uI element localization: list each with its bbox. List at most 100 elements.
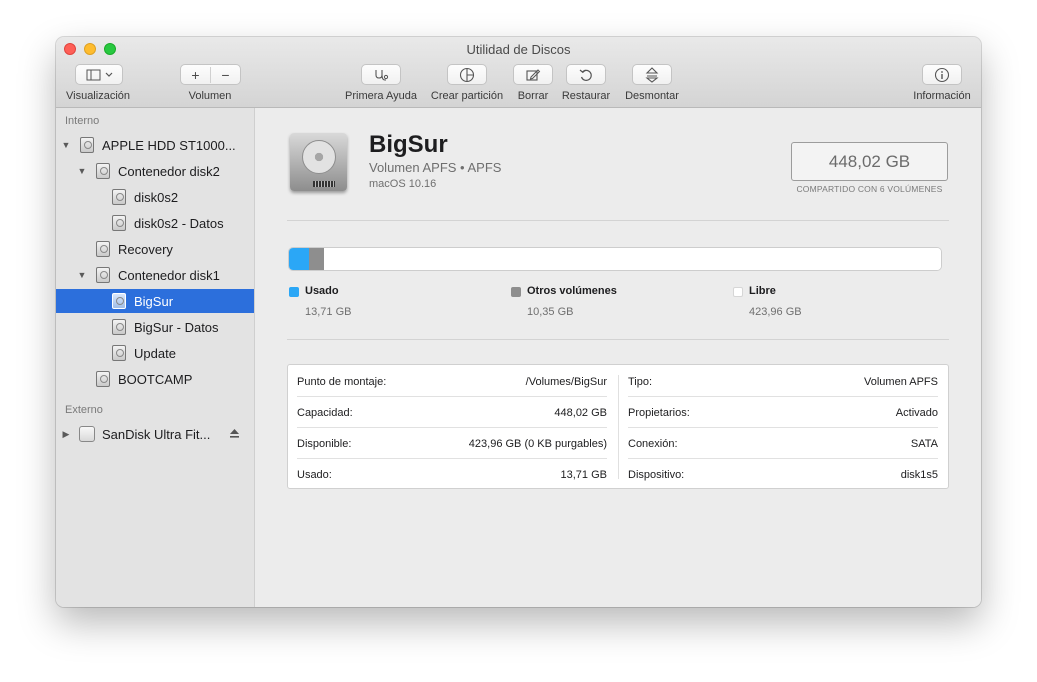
info-key: Capacidad: bbox=[297, 407, 353, 419]
info-key: Conexión: bbox=[628, 438, 678, 450]
hdd-icon bbox=[112, 345, 126, 361]
legend-label: Otros volúmenes bbox=[527, 285, 617, 297]
volume-subtitle: Volumen APFS • APFS bbox=[369, 160, 502, 175]
legend-value: 423,96 GB bbox=[749, 306, 802, 318]
restore-arrow-icon bbox=[579, 69, 592, 81]
sidebar-item-bigsur[interactable]: BigSur bbox=[56, 289, 254, 313]
sidebar-item-label: Update bbox=[134, 345, 176, 361]
restore-label: Restaurar bbox=[561, 90, 611, 102]
usage-bar-free bbox=[323, 248, 941, 270]
divider bbox=[287, 220, 949, 221]
info-row: Dispositivo: disk1s5 bbox=[628, 458, 938, 489]
shared-volumes-note: COMPARTIDO CON 6 VOLÚMENES bbox=[796, 184, 943, 194]
sidebar-item-label: Contenedor disk1 bbox=[118, 267, 220, 283]
sidebar-item-label: disk0s2 - Datos bbox=[134, 215, 224, 231]
other-swatch bbox=[511, 287, 521, 297]
sidebar: Interno ▼ APPLE HDD ST1000... ▼ Contened… bbox=[56, 108, 255, 607]
sidebar-item-label: disk0s2 bbox=[134, 189, 179, 205]
unmount-button[interactable] bbox=[632, 64, 672, 85]
erase-icon bbox=[526, 68, 541, 81]
partition-button[interactable] bbox=[447, 64, 487, 85]
disk-utility-window: Utilidad de Discos Visualización + − Vol… bbox=[56, 37, 981, 607]
info-label: Información bbox=[913, 90, 971, 102]
info-row: Punto de montaje: /Volumes/BigSur bbox=[297, 365, 607, 397]
external-drive-icon bbox=[79, 426, 95, 442]
hdd-icon bbox=[96, 371, 110, 387]
chevron-down-icon bbox=[105, 72, 113, 77]
usage-bar-used bbox=[289, 248, 309, 270]
erase-label: Borrar bbox=[517, 90, 549, 102]
info-value: /Volumes/BigSur bbox=[525, 376, 607, 388]
sidebar-item-sandisk[interactable]: ▶ SanDisk Ultra Fit... bbox=[56, 422, 254, 446]
sidebar-item-apple-hdd[interactable]: ▼ APPLE HDD ST1000... bbox=[56, 133, 254, 157]
legend-value: 13,71 GB bbox=[305, 306, 352, 318]
sidebar-item-disk0s2-datos[interactable]: disk0s2 - Datos bbox=[56, 211, 254, 235]
stethoscope-icon bbox=[375, 69, 389, 81]
hdd-icon bbox=[290, 133, 347, 191]
legend-label: Usado bbox=[305, 285, 339, 297]
unmount-label: Desmontar bbox=[625, 90, 679, 102]
sidebar-item-container-disk1[interactable]: ▼ Contenedor disk1 bbox=[56, 263, 254, 287]
used-swatch bbox=[289, 287, 299, 297]
info-row: Propietarios: Activado bbox=[628, 396, 938, 428]
info-row: Capacidad: 448,02 GB bbox=[297, 396, 607, 428]
hdd-icon bbox=[96, 241, 110, 257]
legend-value: 10,35 GB bbox=[527, 306, 574, 318]
sidebar-item-bootcamp[interactable]: BOOTCAMP bbox=[56, 367, 254, 391]
sidebar-item-label: BigSur bbox=[134, 293, 174, 309]
info-row: Usado: 13,71 GB bbox=[297, 458, 607, 489]
external-section-header: Externo bbox=[65, 404, 103, 416]
hdd-icon bbox=[112, 293, 126, 309]
info-key: Disponible: bbox=[297, 438, 352, 450]
hdd-icon bbox=[112, 189, 126, 205]
info-value: disk1s5 bbox=[900, 469, 938, 481]
hdd-icon bbox=[112, 215, 126, 231]
info-value: Activado bbox=[895, 407, 938, 419]
add-volume-button[interactable]: + bbox=[181, 66, 211, 83]
volume-button-group: + − bbox=[180, 64, 241, 85]
first-aid-button[interactable] bbox=[361, 64, 401, 85]
info-value: SATA bbox=[910, 438, 938, 450]
info-row: Conexión: SATA bbox=[628, 427, 938, 459]
partition-label: Crear partición bbox=[430, 90, 504, 102]
info-button[interactable] bbox=[922, 64, 962, 85]
unmount-icon bbox=[645, 66, 659, 83]
eject-icon[interactable] bbox=[229, 429, 240, 439]
usage-bar-other bbox=[308, 248, 324, 270]
info-key: Propietarios: bbox=[628, 407, 690, 419]
sidebar-item-recovery[interactable]: Recovery bbox=[56, 237, 254, 261]
sidebar-item-label: Contenedor disk2 bbox=[118, 163, 220, 179]
view-button[interactable] bbox=[75, 64, 123, 85]
sidebar-item-bigsur-datos[interactable]: BigSur - Datos bbox=[56, 315, 254, 339]
internal-section-header: Interno bbox=[65, 115, 100, 127]
sidebar-item-label: BigSur - Datos bbox=[134, 319, 219, 335]
free-swatch bbox=[733, 287, 743, 297]
sidebar-item-container-disk2[interactable]: ▼ Contenedor disk2 bbox=[56, 159, 254, 183]
info-value: 448,02 GB bbox=[554, 407, 607, 419]
remove-volume-button[interactable]: − bbox=[211, 67, 240, 83]
restore-button[interactable] bbox=[566, 64, 606, 85]
info-value: Volumen APFS bbox=[864, 376, 938, 388]
info-value: 13,71 GB bbox=[560, 469, 607, 481]
disclosure-triangle-open-icon[interactable]: ▼ bbox=[77, 270, 87, 280]
erase-button[interactable] bbox=[513, 64, 553, 85]
sidebar-item-label: SanDisk Ultra Fit... bbox=[102, 426, 211, 442]
volume-name: BigSur bbox=[369, 131, 448, 158]
info-key: Tipo: bbox=[628, 376, 653, 388]
sidebar-item-label: APPLE HDD ST1000... bbox=[102, 137, 236, 153]
info-key: Punto de montaje: bbox=[297, 376, 387, 388]
window-title: Utilidad de Discos bbox=[466, 42, 571, 57]
disclosure-triangle-closed-icon[interactable]: ▶ bbox=[61, 429, 71, 440]
info-row: Disponible: 423,96 GB (0 KB purgables) bbox=[297, 427, 607, 459]
disclosure-triangle-open-icon[interactable]: ▼ bbox=[77, 166, 87, 176]
hdd-icon bbox=[112, 319, 126, 335]
hdd-icon bbox=[96, 267, 110, 283]
disclosure-triangle-open-icon[interactable]: ▼ bbox=[61, 140, 71, 150]
sidebar-item-label: BOOTCAMP bbox=[118, 371, 193, 387]
info-row: Tipo: Volumen APFS bbox=[628, 365, 938, 397]
info-table: Punto de montaje: /Volumes/BigSur Capaci… bbox=[287, 364, 949, 489]
sidebar-item-update[interactable]: Update bbox=[56, 341, 254, 365]
hdd-icon bbox=[80, 137, 94, 153]
info-key: Usado: bbox=[297, 469, 332, 481]
sidebar-item-disk0s2[interactable]: disk0s2 bbox=[56, 185, 254, 209]
